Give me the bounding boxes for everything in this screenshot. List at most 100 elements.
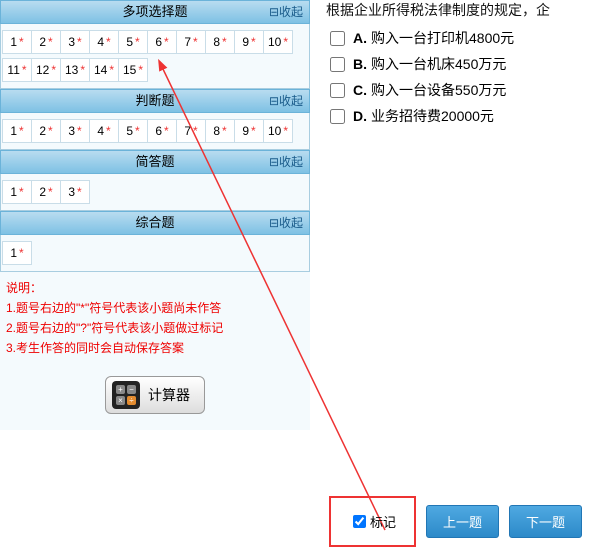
question-cell[interactable]: 7* bbox=[176, 30, 206, 54]
question-cell[interactable]: 5* bbox=[118, 119, 148, 143]
option-row[interactable]: A.购入一台打印机4800元 bbox=[326, 28, 592, 48]
option-checkbox[interactable] bbox=[330, 31, 345, 46]
section-body-short: 1*2*3* bbox=[0, 174, 310, 211]
unanswered-star-icon: * bbox=[164, 124, 169, 138]
option-checkbox[interactable] bbox=[330, 57, 345, 72]
unanswered-star-icon: * bbox=[77, 185, 82, 199]
question-number: 12 bbox=[36, 63, 49, 77]
option-checkbox[interactable] bbox=[330, 109, 345, 124]
question-number: 1 bbox=[10, 124, 17, 138]
section-title: 多项选择题 bbox=[122, 4, 187, 19]
question-number: 6 bbox=[155, 35, 162, 49]
question-cell[interactable]: 5* bbox=[118, 30, 148, 54]
question-number: 1 bbox=[10, 35, 17, 49]
question-number: 1 bbox=[10, 185, 17, 199]
question-cell[interactable]: 14* bbox=[89, 58, 119, 82]
collapse-toggle[interactable]: ⊟收起 bbox=[269, 1, 303, 23]
section-header-multichoice[interactable]: 多项选择题 ⊟收起 bbox=[0, 0, 310, 24]
section-body-multichoice: 1*2*3*4*5*6*7*8*9*10*11*12*13*14*15* bbox=[0, 24, 310, 89]
question-cell[interactable]: 2* bbox=[31, 30, 61, 54]
mark-checkbox[interactable] bbox=[353, 515, 366, 528]
question-number: 2 bbox=[39, 35, 46, 49]
unanswered-star-icon: * bbox=[193, 35, 198, 49]
question-number: 4 bbox=[97, 124, 104, 138]
section-header-short[interactable]: 简答题 ⊟收起 bbox=[0, 150, 310, 174]
question-cell[interactable]: 6* bbox=[147, 30, 177, 54]
question-number: 3 bbox=[68, 35, 75, 49]
question-number: 1 bbox=[10, 246, 17, 260]
collapse-toggle[interactable]: ⊟收起 bbox=[269, 90, 303, 112]
question-cell[interactable]: 15* bbox=[118, 58, 148, 82]
question-cell[interactable]: 6* bbox=[147, 119, 177, 143]
question-number: 3 bbox=[68, 185, 75, 199]
unanswered-star-icon: * bbox=[251, 35, 256, 49]
question-cell[interactable]: 9* bbox=[234, 30, 264, 54]
question-cell[interactable]: 11* bbox=[2, 58, 32, 82]
question-cell[interactable]: 1* bbox=[2, 180, 32, 204]
option-letter: A. bbox=[353, 30, 367, 46]
question-cell[interactable]: 8* bbox=[205, 30, 235, 54]
option-row[interactable]: B.购入一台机床450万元 bbox=[326, 54, 592, 74]
unanswered-star-icon: * bbox=[106, 35, 111, 49]
question-stem: 根据企业所得税法律制度的规定，企 bbox=[326, 0, 592, 20]
question-cell[interactable]: 1* bbox=[2, 119, 32, 143]
question-number: 9 bbox=[242, 35, 249, 49]
section-body-judge: 1*2*3*4*5*6*7*8*9*10* bbox=[0, 113, 310, 150]
question-cell[interactable]: 10* bbox=[263, 30, 293, 54]
question-cell[interactable]: 9* bbox=[234, 119, 264, 143]
unanswered-star-icon: * bbox=[109, 63, 114, 77]
question-cell[interactable]: 8* bbox=[205, 119, 235, 143]
section-header-comprehensive[interactable]: 综合题 ⊟收起 bbox=[0, 211, 310, 235]
footer-bar: 标记 上一题 下一题 bbox=[329, 496, 582, 547]
question-cell[interactable]: 3* bbox=[60, 30, 90, 54]
unanswered-star-icon: * bbox=[193, 124, 198, 138]
question-cell[interactable]: 3* bbox=[60, 119, 90, 143]
option-text: 业务招待费20000元 bbox=[371, 106, 494, 126]
collapse-toggle[interactable]: ⊟收起 bbox=[269, 151, 303, 173]
option-row[interactable]: C.购入一台设备550万元 bbox=[326, 80, 592, 100]
option-letter: C. bbox=[353, 82, 367, 98]
section-title: 判断题 bbox=[135, 93, 174, 108]
unanswered-star-icon: * bbox=[138, 63, 143, 77]
option-letter: B. bbox=[353, 56, 367, 72]
option-text: 购入一台机床450万元 bbox=[371, 54, 506, 74]
question-panel: 根据企业所得税法律制度的规定，企 A.购入一台打印机4800元B.购入一台机床4… bbox=[326, 0, 592, 132]
option-checkbox[interactable] bbox=[330, 83, 345, 98]
notes-line: 1.题号右边的"*"符号代表该小题尚未作答 bbox=[6, 298, 304, 318]
unanswered-star-icon: * bbox=[251, 124, 256, 138]
unanswered-star-icon: * bbox=[48, 35, 53, 49]
option-row[interactable]: D.业务招待费20000元 bbox=[326, 106, 592, 126]
question-cell[interactable]: 7* bbox=[176, 119, 206, 143]
question-number: 7 bbox=[184, 35, 191, 49]
question-cell[interactable]: 2* bbox=[31, 119, 61, 143]
question-cell[interactable]: 12* bbox=[31, 58, 61, 82]
question-cell[interactable]: 10* bbox=[263, 119, 293, 143]
section-body-comprehensive: 1* bbox=[0, 235, 310, 272]
question-number: 3 bbox=[68, 124, 75, 138]
unanswered-star-icon: * bbox=[19, 124, 24, 138]
option-text: 购入一台打印机4800元 bbox=[371, 28, 514, 48]
notes-heading: 说明： bbox=[6, 278, 304, 298]
prev-button[interactable]: 上一题 bbox=[426, 505, 499, 538]
question-cell[interactable]: 1* bbox=[2, 30, 32, 54]
question-number: 6 bbox=[155, 124, 162, 138]
question-number: 11 bbox=[7, 63, 19, 77]
question-cell[interactable]: 3* bbox=[60, 180, 90, 204]
question-cell[interactable]: 13* bbox=[60, 58, 90, 82]
question-cell[interactable]: 4* bbox=[89, 30, 119, 54]
next-button[interactable]: 下一题 bbox=[509, 505, 582, 538]
unanswered-star-icon: * bbox=[19, 246, 24, 260]
calculator-label: 计算器 bbox=[148, 385, 190, 405]
unanswered-star-icon: * bbox=[51, 63, 56, 77]
mark-label: 标记 bbox=[370, 512, 396, 531]
question-cell[interactable]: 2* bbox=[31, 180, 61, 204]
option-letter: D. bbox=[353, 108, 367, 124]
calculator-button[interactable]: +−×÷ 计算器 bbox=[105, 376, 205, 414]
question-cell[interactable]: 1* bbox=[2, 241, 32, 265]
section-header-judge[interactable]: 判断题 ⊟收起 bbox=[0, 89, 310, 113]
question-cell[interactable]: 4* bbox=[89, 119, 119, 143]
question-number: 8 bbox=[213, 35, 220, 49]
notes-line: 2.题号右边的"?"符号代表该小题做过标记 bbox=[6, 318, 304, 338]
mark-checkbox-highlight[interactable]: 标记 bbox=[329, 496, 416, 547]
collapse-toggle[interactable]: ⊟收起 bbox=[269, 212, 303, 234]
